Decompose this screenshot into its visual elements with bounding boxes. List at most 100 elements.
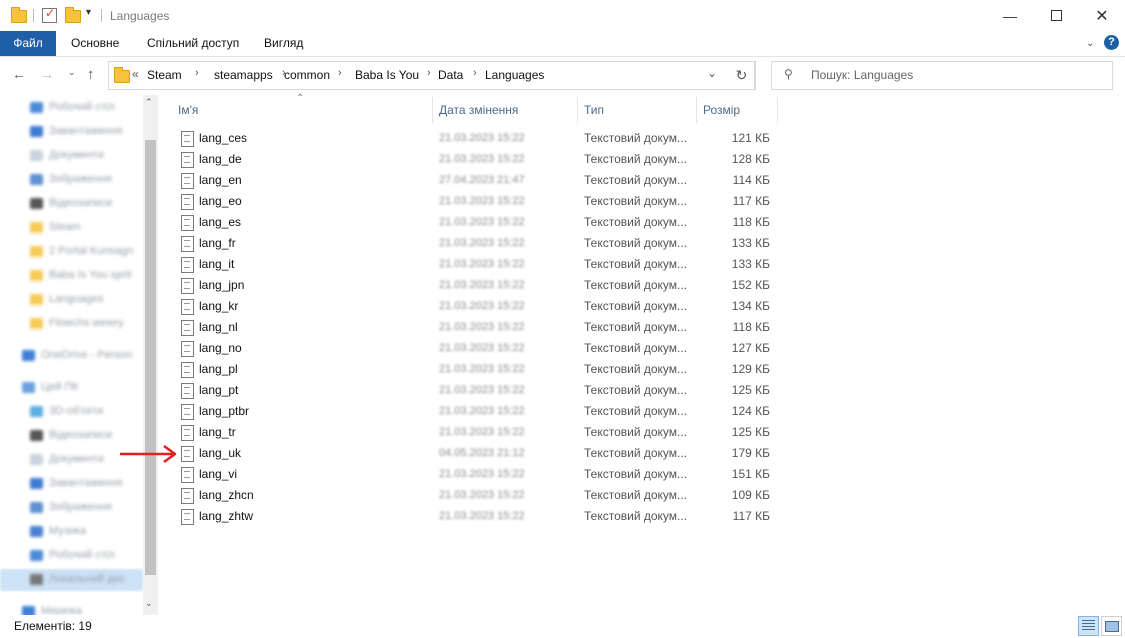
nav-item[interactable]: Baba Is You sprit xyxy=(30,269,132,287)
text-file-icon xyxy=(181,131,194,147)
file-row[interactable]: lang_tr 21.03.2023 15:22 Текстовий докум..… xyxy=(160,422,780,443)
nav-item[interactable]: Відеозаписи xyxy=(30,429,112,447)
nav-item-selected[interactable]: Локальний дис xyxy=(30,573,125,591)
breadcrumb-separator-icon[interactable]: › xyxy=(473,67,477,79)
file-row[interactable]: lang_pt 21.03.2023 15:22 Текстовий докум..… xyxy=(160,380,780,401)
video-icon xyxy=(30,197,43,209)
column-header-date[interactable]: Дата змінення xyxy=(439,103,518,117)
file-row[interactable]: lang_jpn 21.03.2023 15:22 Текстовий докум.… xyxy=(160,275,780,296)
nav-item[interactable]: Музика xyxy=(30,525,86,543)
file-row-highlighted[interactable]: lang_uk 04.05.2023 21:12 Текстовий докум..… xyxy=(160,443,780,464)
close-button[interactable]: ✕ xyxy=(1079,0,1125,31)
breadcrumb-separator-icon[interactable]: › xyxy=(338,67,342,79)
column-header-name[interactable]: Ім'я xyxy=(178,103,198,117)
nav-item[interactable]: OneDrive - Person xyxy=(22,349,132,367)
nav-item[interactable]: Зображення xyxy=(30,501,112,519)
nav-item[interactable]: Мережа xyxy=(22,605,82,615)
breadcrumb-languages[interactable]: Languages xyxy=(485,68,544,82)
file-name: lang_ptbr xyxy=(199,404,250,418)
nav-item[interactable]: Завантаження xyxy=(30,477,122,495)
nav-item[interactable]: Steam xyxy=(30,221,81,239)
file-row[interactable]: lang_es 21.03.2023 15:22 Текстовий докум..… xyxy=(160,212,780,233)
column-divider[interactable] xyxy=(696,97,697,123)
address-bar[interactable]: « Steam › steamapps › common › Baba Is Y… xyxy=(108,61,756,90)
breadcrumb-common[interactable]: common xyxy=(284,68,330,82)
help-icon[interactable]: ? xyxy=(1104,35,1119,50)
nav-item[interactable]: Відеозаписи xyxy=(30,197,112,215)
file-row[interactable]: lang_fr 21.03.2023 15:22 Текстовий докум..… xyxy=(160,233,780,254)
file-row[interactable]: lang_eo 21.03.2023 15:22 Текстовий докум..… xyxy=(160,191,780,212)
nav-item[interactable]: Flowchs wewry xyxy=(30,317,124,335)
breadcrumb-baba-is-you[interactable]: Baba Is You xyxy=(355,68,419,82)
minimize-button[interactable]: — xyxy=(987,0,1033,31)
column-divider[interactable] xyxy=(432,97,433,123)
column-divider[interactable] xyxy=(577,97,578,123)
details-view-button[interactable] xyxy=(1078,616,1099,636)
file-row[interactable]: lang_nl 21.03.2023 15:22 Текстовий докум..… xyxy=(160,317,780,338)
column-header-type[interactable]: Тип xyxy=(584,103,604,117)
maximize-button[interactable] xyxy=(1033,0,1079,31)
recent-locations-button[interactable]: ⌄ xyxy=(68,67,76,78)
column-divider[interactable] xyxy=(777,97,778,123)
file-row[interactable]: lang_kr 21.03.2023 15:22 Текстовий докум..… xyxy=(160,296,780,317)
nav-item[interactable]: Робочий стіл xyxy=(30,101,115,119)
refresh-button[interactable]: ↻ xyxy=(729,61,755,90)
breadcrumb-steam[interactable]: Steam xyxy=(147,68,182,82)
item-count: Елементів: 19 xyxy=(14,619,92,633)
nav-item[interactable]: Цей ПК xyxy=(22,381,79,399)
breadcrumb-separator-icon[interactable]: › xyxy=(427,67,431,79)
file-date: 21.03.2023 15:22 xyxy=(439,426,525,438)
file-row[interactable]: lang_en 27.04.2023 21:47 Текстовий докум..… xyxy=(160,170,780,191)
expand-ribbon-icon[interactable]: ⌄ xyxy=(1086,31,1094,56)
file-name: lang_pl xyxy=(199,362,238,376)
file-row[interactable]: lang_zhtw 21.03.2023 15:22 Текстовий докум… xyxy=(160,506,780,527)
column-header-size[interactable]: Розмір xyxy=(703,103,740,117)
back-button[interactable]: ← xyxy=(12,66,26,82)
file-row[interactable]: lang_ptbr 21.03.2023 15:22 Текстовий докум… xyxy=(160,401,780,422)
tab-share[interactable]: Спільний доступ xyxy=(147,31,239,56)
file-type: Текстовий докум... xyxy=(584,425,688,439)
breadcrumb-separator-icon[interactable]: › xyxy=(195,67,199,79)
scroll-up-icon[interactable]: ⌃ xyxy=(145,97,153,108)
tab-home[interactable]: Основне xyxy=(71,31,119,56)
nav-item[interactable]: Документи xyxy=(30,149,104,167)
text-file-icon xyxy=(181,404,194,420)
nav-item[interactable]: Документи xyxy=(30,453,104,471)
nav-item[interactable]: 3D-об'єкти xyxy=(30,405,103,423)
file-row[interactable]: lang_de 21.03.2023 15:22 Текстовий докум..… xyxy=(160,149,780,170)
file-row[interactable]: lang_ces 21.03.2023 15:22 Текстовий докум.… xyxy=(160,128,780,149)
breadcrumb-steamapps[interactable]: steamapps xyxy=(214,68,273,82)
address-dropdown-icon[interactable]: ⌄ xyxy=(707,66,717,80)
large-icons-view-button[interactable] xyxy=(1101,616,1122,636)
up-button[interactable]: ↑ xyxy=(87,66,95,83)
nav-item[interactable]: Робочий стіл xyxy=(30,549,115,567)
text-file-icon xyxy=(181,320,194,336)
chevron-down-icon: ⌄ xyxy=(68,67,76,77)
search-placeholder[interactable]: Пошук: Languages xyxy=(811,68,913,82)
nav-item[interactable]: Завантаження xyxy=(30,125,122,143)
tab-file[interactable]: Файл xyxy=(0,31,56,56)
file-row[interactable]: lang_no 21.03.2023 15:22 Текстовий докум..… xyxy=(160,338,780,359)
file-size: 133 КБ xyxy=(731,236,770,250)
nav-item[interactable]: Зображення xyxy=(30,173,112,191)
file-row[interactable]: lang_zhcn 21.03.2023 15:22 Текстовий докум… xyxy=(160,485,780,506)
file-name: lang_fr xyxy=(199,236,236,250)
search-box[interactable]: ⚲ Пошук: Languages xyxy=(771,61,1113,90)
breadcrumb-data[interactable]: Data xyxy=(438,68,463,82)
file-row[interactable]: lang_pl 21.03.2023 15:22 Текстовий докум..… xyxy=(160,359,780,380)
file-name: lang_vi xyxy=(199,467,238,481)
properties-icon[interactable]: ✓ xyxy=(42,6,57,23)
file-row[interactable]: lang_it 21.03.2023 15:22 Текстовий докум..… xyxy=(160,254,780,275)
search-icon: ⚲ xyxy=(784,67,793,81)
new-folder-icon[interactable] xyxy=(65,7,81,23)
file-size: 179 КБ xyxy=(731,446,770,460)
overflow-crumb[interactable]: « xyxy=(132,67,139,81)
file-row[interactable]: lang_vi 21.03.2023 15:22 Текстовий докум..… xyxy=(160,464,780,485)
scroll-down-icon[interactable]: ⌄ xyxy=(145,598,153,609)
nav-scrollbar-thumb[interactable] xyxy=(145,140,156,575)
nav-item[interactable]: 2 Portal Kunsagn xyxy=(30,245,133,263)
tab-view[interactable]: Вигляд xyxy=(264,31,303,56)
forward-button[interactable]: → xyxy=(40,66,54,82)
quick-access-dropdown-icon[interactable]: ▾ xyxy=(86,7,91,18)
nav-item[interactable]: Languages xyxy=(30,293,103,311)
